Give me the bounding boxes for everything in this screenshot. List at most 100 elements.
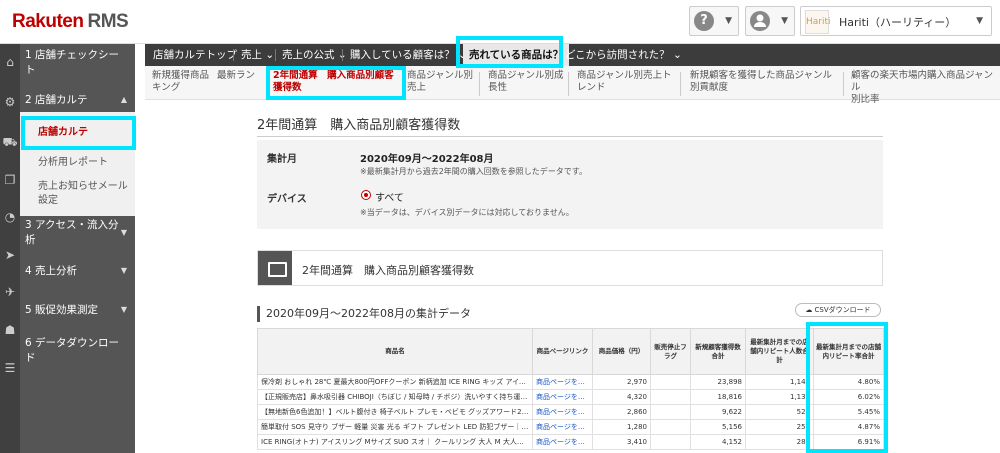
cell-repeat-rate: 4.80% — [813, 374, 884, 390]
col-header[interactable]: 商品名 — [257, 328, 533, 375]
section-header: 2年間通算 購入商品別顧客獲得数 — [257, 250, 883, 286]
table-row: 【正規販売店】鼻水吸引器 CHIBOJI（ちぼじ / 知母時 / チボジ）洗いや… — [257, 389, 884, 405]
col-header[interactable]: 販売停止フラグ — [650, 328, 691, 375]
top-header: Rakuten RMS ? ▼ ▼ Hariti Hariti（ハーリティー） ▼ — [0, 0, 1000, 44]
shop-logo: Hariti — [805, 10, 831, 34]
cell-repeat-rate: 4.87% — [813, 419, 884, 435]
cell-new-customers: 4,152 — [690, 434, 746, 450]
cell-price: 4,320 — [592, 389, 651, 405]
table-header-row: 商品名 商品ページリンク 商品価格（円） 販売停止フラグ 新規顧客獲得数合計 最… — [257, 328, 884, 375]
tab-genre-growth[interactable]: 商品ジャンル別成 長性 — [488, 70, 564, 94]
rakuten-rms-logo[interactable]: Rakuten RMS — [12, 11, 129, 33]
cell-new-customers: 18,816 — [690, 389, 746, 405]
cell-repeat-count: 287 — [745, 434, 814, 450]
window-icon — [258, 251, 292, 285]
sidebar-item-download[interactable]: 6 データダウンロード — [20, 337, 135, 364]
page-title: 2年間通算 購入商品別顧客獲得数 — [257, 118, 461, 133]
nav-sales[interactable]: 売上 ⌄ — [241, 44, 274, 66]
col-header[interactable]: 最新集計月までの店舗内リピート率合計 — [813, 328, 884, 375]
cell-new-customers: 9,622 — [690, 404, 746, 420]
tab-2year-customers[interactable]: 2年間通算 購入商品別顧客 獲得数 — [273, 70, 394, 94]
cell-product-link[interactable]: 商品ページをみる — [532, 434, 593, 450]
sidebar-subitem-mail[interactable]: 売上お知らせメール設定 — [20, 180, 132, 208]
cell-repeat-rate: 6.91% — [813, 434, 884, 450]
data-subtitle: 2020年09月～2022年08月の集計データ — [257, 306, 471, 322]
chevron-down-icon: ▼ — [976, 16, 983, 26]
icon-rail: ⌂ ⚙ ⛟ ❐ ◔ ➤ ✈ ☗ ☰ — [0, 44, 20, 453]
cell-stop-flag — [650, 374, 691, 390]
help-menu-button[interactable]: ? ▼ — [689, 6, 739, 36]
tab-genre-sales[interactable]: 商品ジャンル別 売上 — [407, 70, 473, 94]
col-header[interactable]: 新規顧客獲得数合計 — [690, 328, 746, 375]
period-note: ※最新集計月から過去2年間の購入回数を参照したデータです。 — [360, 167, 587, 176]
gear-icon[interactable]: ⚙ — [2, 94, 18, 110]
nav-sales-formula[interactable]: 売上の公式 ⌄ — [282, 44, 347, 66]
sidebar-item-checksheet[interactable]: 1 店舗チェックシート — [20, 49, 135, 76]
cell-product-name: ICE RING(オトナ) アイスリング Mサイズ SUO スオ｜ クールリング… — [257, 434, 533, 450]
csv-download-button[interactable]: ☁ CSVダウンロード — [795, 303, 881, 317]
tab-new-product[interactable]: 新規獲得商品 キング — [152, 70, 209, 94]
user-menu-button[interactable]: ▼ — [745, 6, 795, 36]
list-icon[interactable]: ☰ — [2, 360, 18, 376]
cell-price: 3,410 — [592, 434, 651, 450]
pie-chart-icon[interactable]: ◔ — [2, 209, 18, 225]
users-icon[interactable]: ☗ — [2, 322, 18, 338]
cell-product-name: 保冷剤 おしゃれ 28℃ 夏最大800円OFFクーポン 新柄追加 ICE RIN… — [257, 374, 533, 390]
cell-product-link[interactable]: 商品ページをみる — [532, 374, 593, 390]
chevron-down-icon: ▼ — [725, 16, 732, 26]
period-value: 2020年09月～2022年08月 — [360, 154, 494, 165]
copy-icon[interactable]: ❐ — [2, 172, 18, 188]
col-header[interactable]: 商品ページリンク — [532, 328, 593, 375]
shop-name: Hariti（ハーリティー） — [839, 16, 957, 29]
home-icon[interactable]: ⌂ — [2, 54, 18, 70]
sidebar-item-promo[interactable]: 5 販促効果測定 ▼ — [20, 299, 135, 319]
send-icon[interactable]: ➤ — [2, 247, 18, 263]
table-row: 【無地新色6色追加！】ベルト腹付き 椅子ベルト プレモ・ベビモ グッズアワード2… — [257, 404, 884, 420]
main-nav: 店舗カルテトップ 売上 ⌄ 売上の公式 ⌄ 購入している顧客は？ ⌄ 売れている… — [145, 44, 1000, 66]
nav-customers[interactable]: 購入している顧客は？ ⌄ — [350, 44, 467, 66]
cell-product-link[interactable]: 商品ページをみる — [532, 404, 593, 420]
sidebar-subitem-karte[interactable]: 店舗カルテ — [20, 126, 135, 140]
table-row: ICE RING(オトナ) アイスリング Mサイズ SUO スオ｜ クールリング… — [257, 434, 884, 450]
cell-product-link[interactable]: 商品ページをみる — [532, 419, 593, 435]
period-label: 集計月 — [267, 154, 297, 165]
cell-product-link[interactable]: 商品ページをみる — [532, 389, 593, 405]
cell-repeat-count: 1,146 — [745, 374, 814, 390]
user-icon — [750, 11, 770, 31]
nav-selling-products[interactable]: 売れている商品は？ — [463, 44, 570, 66]
cell-product-name: 【無地新色6色追加！】ベルト腹付き 椅子ベルト プレモ・ベビモ グッズアワード2… — [257, 404, 533, 420]
sidebar: 1 店舗チェックシート 2 店舗カルテ ▲ 店舗カルテ 分析用レポート 売上お知ら… — [20, 44, 135, 453]
nav-karte-top[interactable]: 店舗カルテトップ — [153, 44, 237, 66]
chevron-down-icon: ▼ — [120, 265, 127, 275]
sidebar-item-sales[interactable]: 4 売上分析 ▼ — [20, 260, 135, 280]
sidebar-item-access[interactable]: 3 アクセス・流入分析 ▼ — [20, 219, 135, 246]
cell-stop-flag — [650, 404, 691, 420]
data-table: 商品名 商品ページリンク 商品価格（円） 販売停止フラグ 新規顧客獲得数合計 最… — [257, 328, 884, 450]
tab-latest-ranking[interactable]: 最新ラン — [217, 70, 255, 82]
tab-genre-contribution[interactable]: 新規顧客を獲得した商品ジャンル 別貢献度 — [690, 70, 832, 94]
table-row: 簡単取付 SOS 見守り ブザー 軽量 災害 光る ギフト プレゼント LED … — [257, 419, 884, 435]
cell-price: 2,970 — [592, 374, 651, 390]
cell-repeat-count: 251 — [745, 419, 814, 435]
chevron-down-icon: ▼ — [120, 304, 127, 314]
cell-new-customers: 5,156 — [690, 419, 746, 435]
device-value: すべて — [375, 193, 404, 204]
cell-product-name: 【正規販売店】鼻水吸引器 CHIBOJI（ちぼじ / 知母時 / チボジ）洗いや… — [257, 389, 533, 405]
section-title: 2年間通算 購入商品別顧客獲得数 — [302, 264, 474, 277]
sidebar-subitem-report[interactable]: 分析用レポート — [20, 156, 135, 170]
col-header[interactable]: 商品価格（円） — [592, 328, 651, 375]
cell-new-customers: 23,898 — [690, 374, 746, 390]
nav-visit-source[interactable]: どこから訪問された？ ⌄ — [565, 44, 682, 66]
col-header[interactable]: 最新集計月までの店舗内リピート人数合計 — [745, 328, 814, 375]
shop-selector[interactable]: Hariti Hariti（ハーリティー） ▼ — [800, 6, 992, 36]
cell-stop-flag — [650, 419, 691, 435]
rocket-icon[interactable]: ✈ — [2, 284, 18, 300]
cart-icon[interactable]: ⛟ — [2, 134, 18, 150]
cell-repeat-count: 1,133 — [745, 389, 814, 405]
chevron-down-icon: ▼ — [120, 227, 127, 237]
cell-repeat-rate: 5.45% — [813, 404, 884, 420]
sidebar-submenu: 店舗カルテ 分析用レポート 売上お知らせメール設定 — [20, 112, 135, 216]
sidebar-item-karte[interactable]: 2 店舗カルテ ▲ — [20, 89, 135, 109]
tab-genre-trend[interactable]: 商品ジャンル別売上ト レンド — [577, 70, 672, 94]
device-radio-all[interactable] — [361, 190, 371, 200]
